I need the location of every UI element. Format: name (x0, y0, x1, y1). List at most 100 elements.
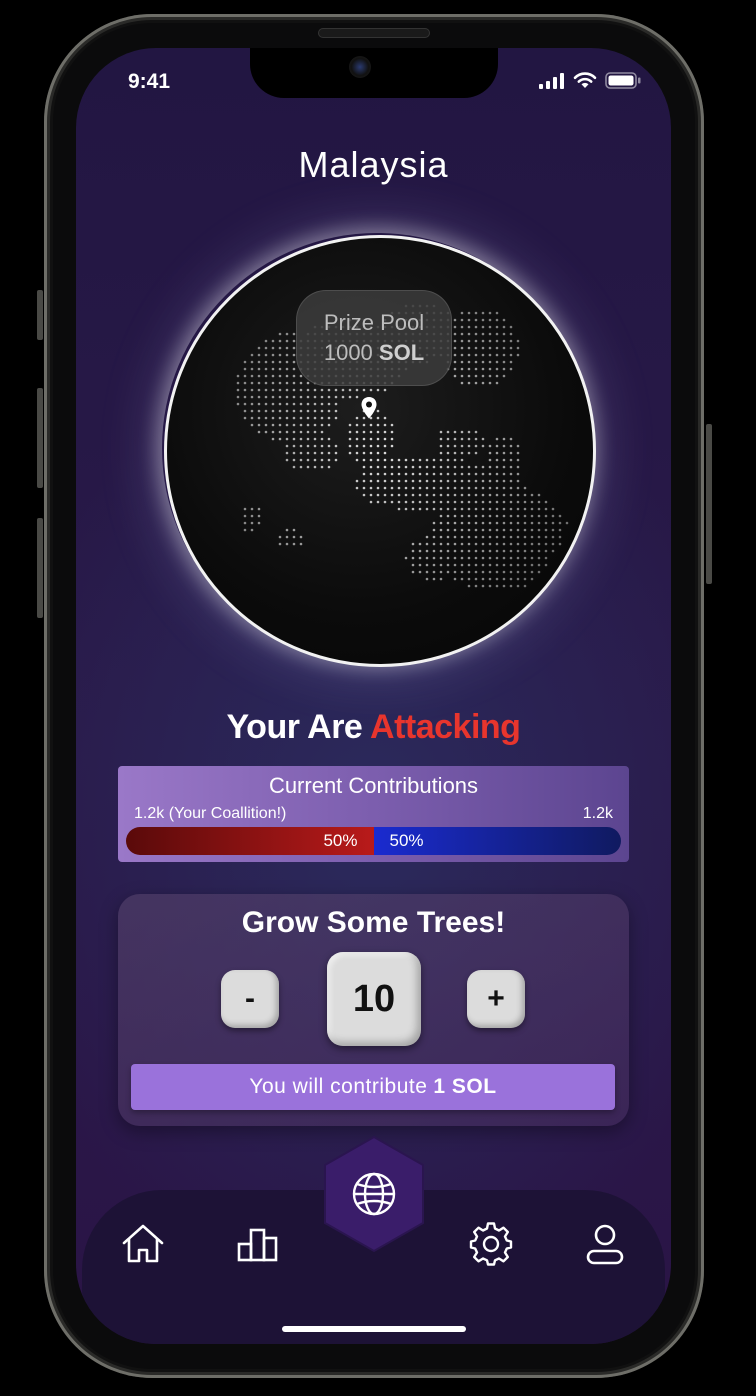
globe-land-dot (488, 556, 492, 560)
globe-land-dot (285, 444, 289, 448)
globe-land-dot (439, 514, 443, 518)
globe-land-dot (488, 479, 492, 483)
globe-land-dot (271, 437, 275, 441)
globe-land-dot (495, 346, 499, 350)
globe-land-dot (481, 507, 485, 511)
status-icons (539, 72, 641, 89)
globe-land-dot (488, 535, 492, 539)
globe-land-dot (390, 465, 394, 469)
globe-land-dot (460, 472, 464, 476)
globe-land-dot (411, 479, 415, 483)
globe-land-dot (292, 416, 296, 420)
globe-land-dot (495, 318, 499, 322)
globe-land-dot (488, 360, 492, 364)
globe-land-dot (313, 388, 317, 392)
globe-land-dot (544, 500, 548, 504)
globe-land-dot (362, 486, 366, 490)
globe-land-dot (257, 367, 261, 371)
globe-land-dot (488, 507, 492, 511)
globe-land-dot (404, 458, 408, 462)
globe-land-dot (439, 437, 443, 441)
globe-land-dot (250, 528, 254, 532)
globe-land-dot (425, 542, 429, 546)
globe-land-dot (453, 577, 457, 581)
tab-home[interactable] (119, 1220, 167, 1268)
globe-land-dot (355, 430, 359, 434)
globe-land-dot (453, 521, 457, 525)
globe-land-dot (474, 311, 478, 315)
globe-land-dot (502, 346, 506, 350)
globe-land-dot (488, 451, 492, 455)
globe-land-dot (530, 535, 534, 539)
globe-land-dot (488, 458, 492, 462)
globe-land-dot (474, 584, 478, 588)
globe-land-dot (453, 563, 457, 567)
globe-land-dot (264, 346, 268, 350)
tab-settings[interactable] (467, 1220, 515, 1268)
power-button (706, 424, 712, 584)
globe-land-dot (257, 402, 261, 406)
globe-land-dot (453, 507, 457, 511)
home-indicator[interactable] (282, 1326, 466, 1332)
globe-land-dot (362, 388, 366, 392)
silent-switch (37, 290, 43, 340)
globe-land-dot (334, 402, 338, 406)
increment-button[interactable]: + (467, 970, 525, 1028)
globe-land-dot (516, 507, 520, 511)
globe-land-dot (418, 556, 422, 560)
globe-land-dot (488, 486, 492, 490)
globe-land-dot (320, 395, 324, 399)
globe-land-dot (453, 570, 457, 574)
globe-land-dot (488, 493, 492, 497)
globe-land-dot (439, 535, 443, 539)
globe-land-dot (509, 493, 513, 497)
globe-land-dot (348, 430, 352, 434)
globe-land-dot (306, 444, 310, 448)
globe-land-dot (355, 444, 359, 448)
globe-land-dot (509, 549, 513, 553)
tab-leaderboard[interactable] (234, 1220, 282, 1268)
globe-land-dot (278, 353, 282, 357)
globe-land-dot (355, 437, 359, 441)
globe-land-dot (474, 500, 478, 504)
globe-land-dot (425, 549, 429, 553)
globe-land-dot (264, 360, 268, 364)
notch (250, 48, 498, 98)
globe-land-dot (411, 563, 415, 567)
location-pin-icon[interactable] (360, 396, 378, 420)
globe-land-dot (285, 360, 289, 364)
globe-land-dot (530, 563, 534, 567)
globe-land-dot (390, 444, 394, 448)
globe-land-dot (376, 500, 380, 504)
globe-land-dot (320, 402, 324, 406)
globe-land-dot (250, 521, 254, 525)
globe-land-dot (495, 528, 499, 532)
globe-land-dot (488, 528, 492, 532)
tab-profile[interactable] (581, 1220, 629, 1268)
globe-land-dot (383, 479, 387, 483)
globe-land-dot (509, 339, 513, 343)
globe-land-dot (495, 479, 499, 483)
globe-land-dot (362, 465, 366, 469)
globe-land-dot (495, 381, 499, 385)
globe-land-dot (453, 437, 457, 441)
globe-land-dot (264, 367, 268, 371)
globe-land-dot (467, 465, 471, 469)
contribute-button[interactable]: You will contribute 1 SOL (131, 1064, 615, 1110)
globe-land-dot (509, 570, 513, 574)
globe-land-dot (439, 570, 443, 574)
globe-land-dot (348, 437, 352, 441)
globe-land-dot (516, 493, 520, 497)
globe-land-dot (425, 486, 429, 490)
globe-land-dot (467, 381, 471, 385)
globe-land-dot (516, 346, 520, 350)
globe-land-dot (285, 437, 289, 441)
globe-land-dot (502, 549, 506, 553)
globe-land-dot (446, 479, 450, 483)
globe-land-dot (376, 465, 380, 469)
decrement-button[interactable]: - (221, 970, 279, 1028)
tab-globe[interactable] (320, 1134, 428, 1254)
globe-land-dot (495, 360, 499, 364)
globe-land-dot (355, 479, 359, 483)
globe-land-dot (467, 318, 471, 322)
